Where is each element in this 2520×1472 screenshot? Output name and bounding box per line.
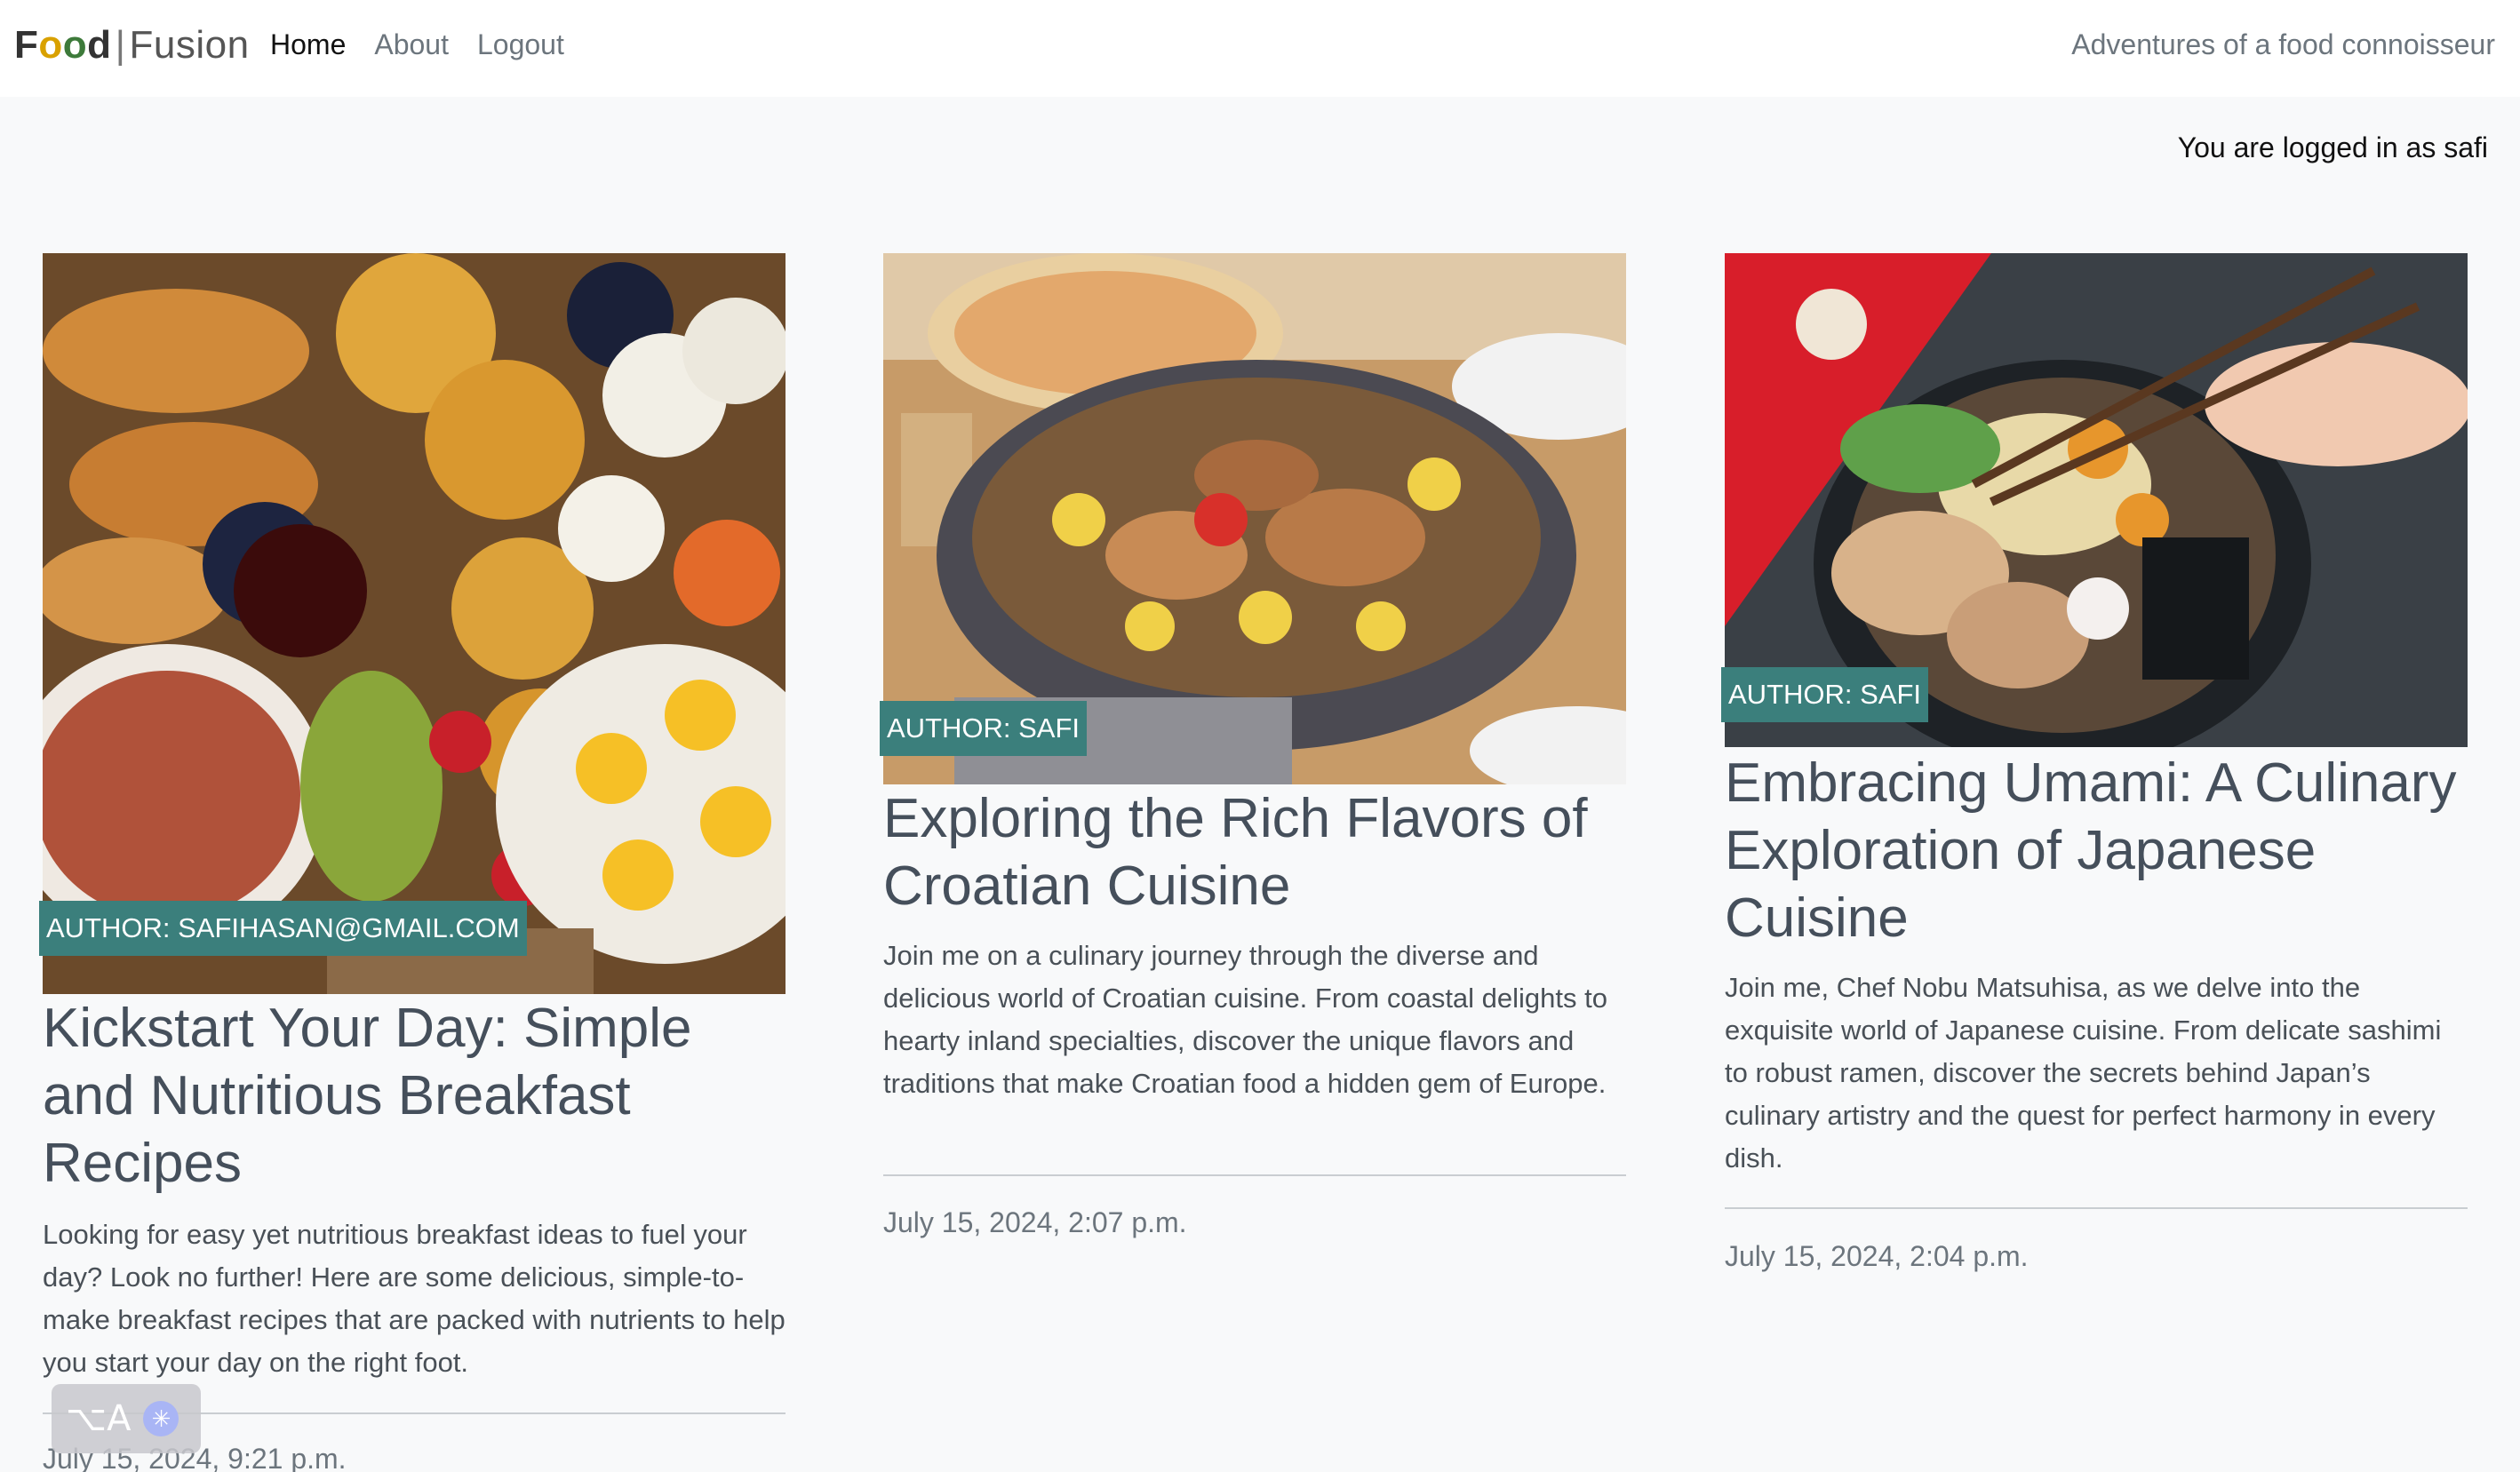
post-excerpt: Looking for easy yet nutritious breakfas… — [43, 1219, 786, 1378]
post-title[interactable]: Kickstart Your Day: Simple and Nutritiou… — [43, 995, 786, 1197]
post-author-badge[interactable]: AUTHOR: SAFI — [1721, 667, 1929, 722]
post-title[interactable]: Embracing Umami: A Culinary Exploration … — [1725, 750, 2468, 952]
post-author-badge[interactable]: AUTHOR: SAFIHASAN@GMAIL.COM — [39, 901, 527, 956]
breakfast-platter-image[interactable] — [43, 253, 786, 994]
site-tagline: Adventures of a food connoisseur — [2071, 28, 2495, 60]
translate-icon[interactable]: ✳ — [143, 1401, 179, 1436]
nav-about-link[interactable]: About — [374, 25, 449, 64]
post-date: July 15, 2024, 2:07 p.m. — [883, 1206, 1187, 1238]
translate-widget[interactable]: ⌥A ✳ — [52, 1384, 201, 1453]
post-date: July 15, 2024, 2:04 p.m. — [1725, 1240, 2029, 1272]
post-excerpt: Join me on a culinary journey through th… — [883, 940, 1607, 1099]
logged-in-status: You are logged in as safi — [2177, 131, 2488, 163]
post-divider — [883, 1174, 1626, 1176]
brand-logo[interactable]: Food | Fusion — [14, 20, 250, 71]
brand-fusion: Fusion — [129, 23, 250, 67]
brand-food: Food — [14, 23, 112, 67]
translate-glyph: ⌥A — [66, 1398, 132, 1439]
nav-home-link[interactable]: Home — [270, 25, 346, 64]
post-excerpt: Join me, Chef Nobu Matsuhisa, as we delv… — [1725, 972, 2442, 1174]
brand-separator: | — [115, 23, 126, 67]
post-title[interactable]: Exploring the Rich Flavors of Croatian C… — [883, 785, 1626, 920]
top-navbar: Food | Fusion Home About Logout Adventur… — [0, 0, 2520, 97]
post-author-badge[interactable]: AUTHOR: SAFI — [880, 701, 1088, 756]
post-divider — [1725, 1207, 2468, 1209]
nav-links: Home About Logout — [270, 25, 564, 64]
nav-logout-link[interactable]: Logout — [477, 25, 564, 64]
